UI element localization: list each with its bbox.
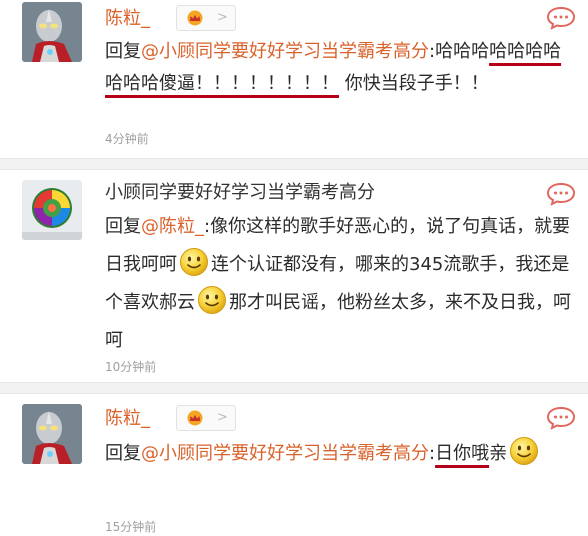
separator — [0, 382, 588, 394]
avatar-ultraman[interactable] — [22, 404, 82, 464]
comment-icon[interactable] — [546, 406, 576, 430]
chevron-right-icon: > — [217, 10, 228, 25]
crown-icon — [186, 10, 204, 26]
comment-icon[interactable] — [546, 182, 576, 206]
reply-prefix: 回复 — [105, 216, 141, 237]
avatar-ultraman[interactable] — [22, 2, 82, 62]
smile-emoji — [509, 436, 539, 466]
underlined-text: 日你哦 — [435, 443, 490, 464]
comment-3: 陈粒_ > 回复@小顾同学要好好学习当学霸考高分:日你哦亲 15分钟前 — [0, 394, 588, 536]
comment-icon[interactable] — [546, 6, 576, 30]
comment-2: 小顾同学要好好学习当学霸考高分 回复@陈粒_:像你这样的歌手好恶心的，说了句真话… — [0, 170, 588, 382]
mention-link[interactable]: @小顾同学要好好学习当学霸考高分 — [141, 41, 429, 62]
comment-1: 陈粒_ > 回复@小顾同学要好好学习当学霸考高分:哈哈哈哈哈哈哈哈哈哈傻逼！！！… — [0, 0, 588, 158]
text-part-2: 亲 — [489, 443, 508, 464]
smile-emoji — [179, 247, 209, 277]
crown-icon — [186, 410, 204, 426]
avatar-rainbow-rose[interactable] — [22, 180, 82, 240]
smile-emoji — [197, 285, 227, 315]
mention-link[interactable]: @小顾同学要好好学习当学霸考高分 — [141, 443, 429, 464]
reply-prefix: 回复 — [105, 443, 141, 464]
comment-text: 回复@小顾同学要好好学习当学霸考高分:日你哦亲 — [105, 436, 575, 472]
separator — [0, 158, 588, 170]
member-badge[interactable]: > — [176, 405, 236, 431]
chevron-right-icon: > — [217, 410, 228, 425]
mention-link[interactable]: @陈粒_ — [141, 216, 204, 237]
author-name[interactable]: 小顾同学要好好学习当学霸考高分 — [105, 182, 375, 204]
author-name[interactable]: 陈粒_ — [105, 408, 150, 430]
text-part-2: 你快当段子手！！ — [339, 73, 489, 94]
reply-prefix: 回复 — [105, 41, 141, 62]
timestamp: 10分钟前 — [105, 360, 157, 374]
text-part-1: :哈哈哈 — [429, 41, 490, 62]
comment-text: 回复@小顾同学要好好学习当学霸考高分:哈哈哈哈哈哈哈哈哈哈傻逼！！！！！！！！ … — [105, 36, 575, 100]
member-badge[interactable]: > — [176, 5, 236, 31]
timestamp: 15分钟前 — [105, 520, 157, 534]
author-name[interactable]: 陈粒_ — [105, 8, 150, 30]
timestamp: 4分钟前 — [105, 132, 149, 146]
comment-text: 回复@陈粒_:像你这样的歌手好恶心的，说了句真话，就要日我呵呵 连个认证都没有，哪… — [105, 208, 575, 360]
